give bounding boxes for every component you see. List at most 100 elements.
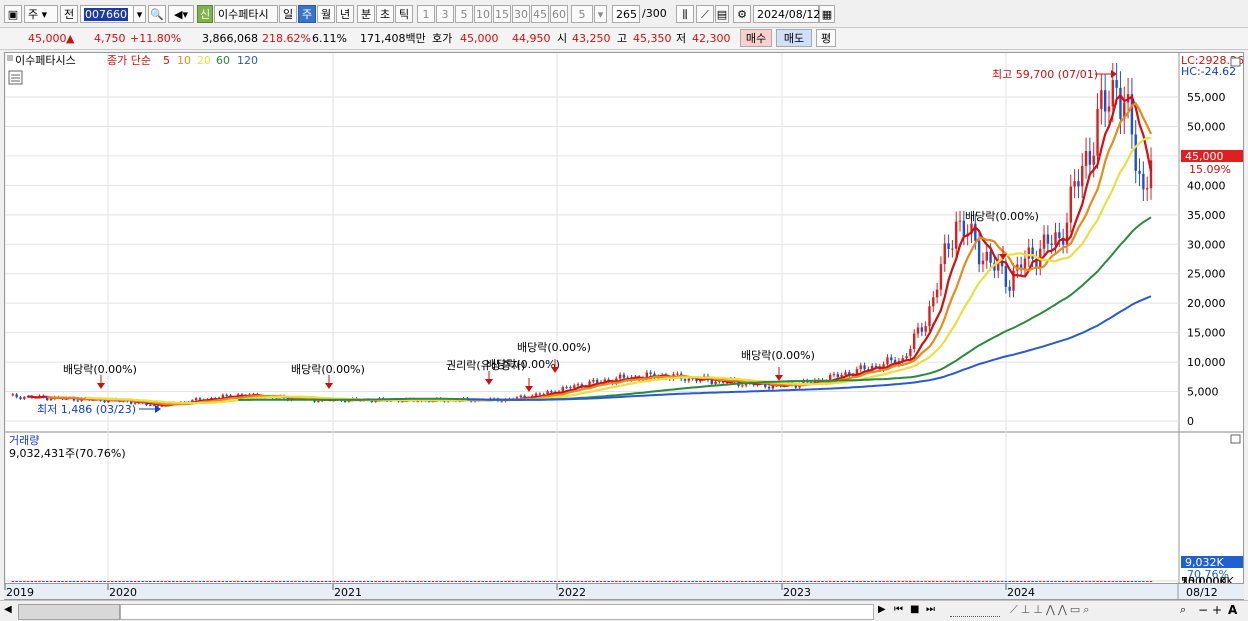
- candle-body: [592, 379, 595, 382]
- period-day[interactable]: 일: [279, 5, 297, 23]
- avg-button[interactable]: 평: [816, 29, 836, 47]
- text-tool-icon[interactable]: A: [1228, 603, 1237, 617]
- chart-type-select[interactable]: 주 ▾: [24, 5, 58, 23]
- volume-bar: [1058, 580, 1061, 582]
- candle-body: [1008, 286, 1011, 291]
- drawing-tools-icon[interactable]: ⟋⊥⊥⋀⋀▭⌕: [1010, 603, 1092, 617]
- period-second[interactable]: 초: [376, 5, 394, 23]
- code-dropdown-icon[interactable]: ▾: [133, 5, 146, 23]
- volume-bar: [702, 580, 706, 582]
- volume-bar: [1016, 580, 1019, 582]
- candle-body: [832, 374, 836, 376]
- candle-icon[interactable]: ⫼: [676, 5, 694, 23]
- volume-bar: [955, 580, 958, 582]
- volume-bar: [23, 580, 26, 582]
- volume-bar: [504, 580, 507, 582]
- interval-30[interactable]: 30: [512, 5, 530, 23]
- current-volume-pct: 70.76%: [1187, 568, 1229, 581]
- sell-button[interactable]: 매도: [776, 29, 812, 47]
- buy-button[interactable]: 매수: [740, 29, 772, 47]
- volume-bar: [821, 580, 824, 582]
- speaker-icon[interactable]: ◀▾: [168, 5, 194, 23]
- ma-20-label: 20: [197, 54, 211, 67]
- volume-bar: [412, 580, 416, 582]
- scroll-right-icon[interactable]: ▶: [878, 604, 886, 615]
- line-tool-icon[interactable]: ⟋: [696, 5, 714, 23]
- issuer-badge: 신: [197, 5, 213, 23]
- interval-1[interactable]: 1: [417, 5, 435, 23]
- count-input[interactable]: 265: [612, 5, 640, 23]
- volume-bar: [1012, 580, 1015, 582]
- stop-icon[interactable]: ■: [910, 604, 919, 615]
- scroll-thumb[interactable]: [18, 604, 120, 620]
- volume-bar: [30, 580, 34, 582]
- zoom-out-icon[interactable]: −: [1198, 603, 1208, 617]
- volume-bar: [481, 580, 484, 582]
- interval-15[interactable]: 15: [493, 5, 511, 23]
- volume-bar: [45, 580, 49, 582]
- zoom-search-icon[interactable]: ⌕: [1180, 603, 1186, 617]
- interval-5[interactable]: 5: [455, 5, 473, 23]
- interval-dropdown-icon[interactable]: ▾: [594, 5, 607, 23]
- volume-bar: [649, 580, 652, 582]
- volume-bar: [622, 580, 626, 582]
- period-tick[interactable]: 틱: [395, 5, 413, 23]
- gear-icon[interactable]: ⚙: [733, 5, 751, 23]
- zoom-slider[interactable]: [950, 604, 1000, 617]
- volume-bar: [909, 580, 912, 582]
- volume-bar: [477, 580, 480, 582]
- price-tick-label: 5,000: [1187, 386, 1219, 399]
- interval-45[interactable]: 45: [531, 5, 549, 23]
- volume-bar: [454, 580, 458, 582]
- volume-bar: [874, 580, 878, 582]
- date-input[interactable]: 2024/08/12: [753, 5, 820, 23]
- price-panel-close-icon[interactable]: [1230, 57, 1241, 67]
- fast-forward-icon[interactable]: ⏭: [926, 604, 935, 615]
- calendar-icon[interactable]: ▦: [819, 5, 835, 23]
- volume-bar: [1081, 580, 1084, 582]
- rewind-icon[interactable]: ⏮: [894, 604, 903, 615]
- save-icon[interactable]: ▤: [715, 5, 729, 23]
- volume-bar: [527, 580, 530, 582]
- scroll-track[interactable]: [120, 604, 874, 620]
- event-label: 배당락(0.00%): [291, 363, 365, 376]
- candle-body: [1058, 232, 1061, 238]
- period-month[interactable]: 월: [317, 5, 335, 23]
- volume-bar: [683, 580, 687, 582]
- interval-10[interactable]: 10: [474, 5, 492, 23]
- volume-bar: [1088, 580, 1092, 582]
- search-icon[interactable]: 🔍: [148, 5, 166, 23]
- layout-icon[interactable]: ▣: [4, 5, 22, 23]
- period-year[interactable]: 년: [336, 5, 354, 23]
- interval-3[interactable]: 3: [436, 5, 454, 23]
- candle-body: [939, 264, 943, 290]
- period-minute[interactable]: 분: [357, 5, 375, 23]
- interval-custom[interactable]: 5: [571, 5, 593, 23]
- volume-bar: [794, 580, 797, 582]
- volume-bar: [175, 580, 179, 582]
- volume-bar: [890, 580, 893, 582]
- prev-button[interactable]: 전: [60, 5, 78, 23]
- scroll-left-icon[interactable]: ◀: [4, 604, 14, 618]
- zoom-in-icon[interactable]: +: [1212, 603, 1222, 617]
- interval-60[interactable]: 60: [550, 5, 568, 23]
- candle-body: [565, 387, 568, 389]
- volume-bar: [382, 580, 385, 582]
- panel-handle-icon[interactable]: [7, 55, 13, 61]
- price-volume-chart[interactable]: 배당락(0.00%) 배당락(0.00%) 권리락(유상증자)배당락(0.00%)배…: [5, 53, 1243, 599]
- volume-bar: [668, 580, 671, 582]
- volume-bar: [687, 580, 691, 582]
- chart-area[interactable]: 배당락(0.00%) 배당락(0.00%) 권리락(유상증자) 배당락(0.00%) 배…: [4, 52, 1244, 600]
- candle-body: [905, 356, 908, 359]
- volume-bar: [897, 580, 901, 582]
- volume-bar: [301, 580, 305, 582]
- volume-panel-close-icon[interactable]: [1230, 434, 1241, 444]
- volume-bar: [317, 580, 320, 582]
- price-tick-label: 30,000: [1187, 238, 1226, 251]
- volume-bar: [603, 580, 607, 582]
- candle-body: [962, 220, 966, 237]
- period-week[interactable]: 주: [298, 5, 316, 23]
- candle-body: [595, 379, 599, 383]
- volume-bar: [939, 580, 943, 582]
- year-label: 2021: [334, 586, 362, 599]
